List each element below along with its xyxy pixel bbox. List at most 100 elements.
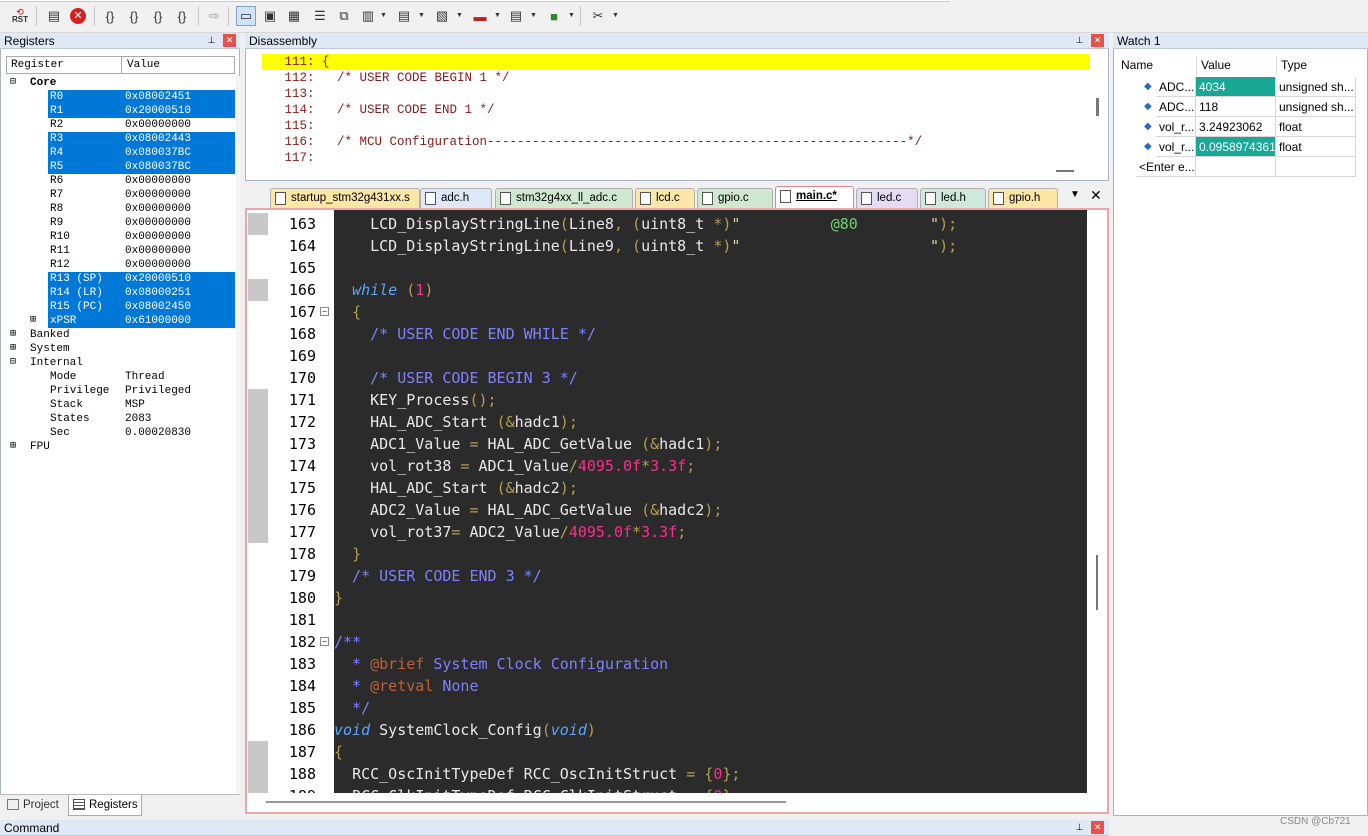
tab-list-icon[interactable]: ▼ [1070,189,1080,200]
group-internal[interactable]: Internal [30,356,83,370]
code-line[interactable]: 163 LCD_DisplayStringLine(Line8, (uint8_… [248,213,1087,235]
editor-hscroll[interactable] [248,793,1087,811]
register-row[interactable]: R2 0x00000000 [48,118,235,132]
register-row[interactable]: R8 0x00000000 [48,202,235,216]
code-line[interactable]: 171 KEY_Process(); [248,389,1087,411]
editor-tab[interactable]: lcd.c [635,188,695,208]
watch-value[interactable]: 3.24923062 [1196,117,1276,137]
symbols-window-icon[interactable]: ▦ [284,6,304,26]
watch-value[interactable]: 4034 [1196,77,1276,97]
watch-enter-expression[interactable]: <Enter e... [1118,157,1356,177]
code-line[interactable]: 179 /* USER CODE END 3 */ [248,565,1087,587]
call-stack-icon[interactable]: ⧉ [334,6,354,26]
code-line[interactable]: 164 LCD_DisplayStringLine(Line9, (uint8_… [248,235,1087,257]
code-line[interactable]: 186 void SystemClock_Config(void) [248,719,1087,741]
expand-xpsr-icon[interactable]: ⊞ [30,314,36,328]
code-line[interactable]: 170 /* USER CODE BEGIN 3 */ [248,367,1087,389]
register-row[interactable]: R14 (LR) 0x08000251 [48,286,235,300]
code-editor[interactable]: 163 LCD_DisplayStringLine(Line8, (uint8_… [248,210,1087,793]
tab-project[interactable]: Project [4,796,66,815]
code-line[interactable]: 176 ADC2_Value = HAL_ADC_GetValue (&hadc… [248,499,1087,521]
register-row[interactable]: R15 (PC) 0x08002450 [48,300,235,314]
register-row[interactable]: R10 0x00000000 [48,230,235,244]
expand-banked-icon[interactable]: ⊞ [10,328,16,342]
expand-internal-icon[interactable]: ⊟ [10,356,16,370]
registers-scrollbar[interactable] [236,76,240,796]
breakpoint-margin[interactable] [248,213,268,235]
breakpoint-margin[interactable] [248,785,268,793]
code-line[interactable]: 166 while (1) [248,279,1087,301]
internal-row[interactable]: Sec 0.00020830 [48,426,235,440]
breakpoint-margin[interactable] [248,389,268,411]
watch-row[interactable]: ◆ vol_r... 3.24923062 float [1118,117,1356,137]
register-row[interactable]: R11 0x00000000 [48,244,235,258]
pin-icon[interactable]: ⊥ [1073,34,1086,47]
editor-hscroll-thumb[interactable] [266,801,786,803]
analysis-window-icon[interactable]: ▬ [470,6,490,26]
code-line[interactable]: 187 { [248,741,1087,763]
fold-icon[interactable]: − [320,637,329,646]
register-row[interactable]: R7 0x00000000 [48,188,235,202]
code-line[interactable]: 172 HAL_ADC_Start (&hadc1); [248,411,1087,433]
group-fpu[interactable]: FPU [30,440,50,454]
register-row[interactable]: xPSR 0x61000000 [48,314,235,328]
fold-icon[interactable]: − [320,307,329,316]
editor-tab[interactable]: startup_stm32g431xx.s [270,188,420,208]
code-line[interactable]: 188 RCC_OscInitTypeDef RCC_OscInitStruct… [248,763,1087,785]
editor-tab[interactable]: gpio.h [988,188,1058,208]
tab-registers[interactable]: Registers [68,795,142,816]
breakpoint-margin[interactable] [248,279,268,301]
register-row[interactable]: R13 (SP) 0x20000510 [48,272,235,286]
editor-tab[interactable]: main.c* [775,186,854,208]
internal-row[interactable]: Stack MSP [48,398,235,412]
disassembly-scrollbar[interactable] [1096,98,1099,116]
register-row[interactable]: R6 0x00000000 [48,174,235,188]
code-line[interactable]: 182−/** [248,631,1087,653]
col-type[interactable]: Type [1276,56,1307,76]
editor-vscroll[interactable] [1087,210,1104,793]
trace-window-icon[interactable]: ▤ [506,6,526,26]
breakpoint-margin[interactable] [248,499,268,521]
code-line[interactable]: 167− { [248,301,1087,323]
code-line[interactable]: 180} [248,587,1087,609]
watch-value[interactable]: 118 [1196,97,1276,117]
col-name[interactable]: Name [1121,58,1153,72]
register-row[interactable]: R9 0x00000000 [48,216,235,230]
internal-row[interactable]: Privilege Privileged [48,384,235,398]
register-row[interactable]: R12 0x00000000 [48,258,235,272]
close-icon[interactable]: ✕ [1091,34,1104,47]
watch-row[interactable]: ◆ ADC... 118 unsigned sh... [1118,97,1356,117]
expand-fpu-icon[interactable]: ⊞ [10,440,16,454]
group-system[interactable]: System [30,342,70,356]
breakpoint-margin[interactable] [248,433,268,455]
editor-tab[interactable]: adc.h [420,188,492,208]
expand-core-icon[interactable]: ⊟ [10,76,20,90]
registers-window-icon[interactable]: ☰ [310,6,330,26]
breakpoint-margin[interactable] [248,411,268,433]
system-viewer-icon[interactable]: ■ [544,6,564,26]
code-line[interactable]: 169 [248,345,1087,367]
col-value[interactable]: Value [1196,56,1231,76]
breakpoint-margin[interactable] [248,521,268,543]
code-line[interactable]: 183 * @brief System Clock Configuration [248,653,1087,675]
memory-window-icon[interactable]: ▤ [394,6,414,26]
breakpoint-margin[interactable] [248,455,268,477]
code-line[interactable]: 173 ADC1_Value = HAL_ADC_GetValue (&hadc… [248,433,1087,455]
watch-window-icon[interactable]: ▥ [358,6,378,26]
code-line[interactable]: 185 */ [248,697,1087,719]
watch-row[interactable]: ◆ ADC... 4034 unsigned sh... [1118,77,1356,97]
group-banked[interactable]: Banked [30,328,70,342]
register-row[interactable]: R0 0x08002451 [48,90,235,104]
code-line[interactable]: 175 HAL_ADC_Start (&hadc2); [248,477,1087,499]
expand-system-icon[interactable]: ⊞ [10,342,16,356]
editor-tab[interactable]: led.h [920,188,986,208]
editor-vscroll-thumb[interactable] [1096,555,1098,610]
code-line[interactable]: 177 vol_rot37= ADC2_Value/4095.0f*3.3f; [248,521,1087,543]
editor-tab[interactable]: led.c [856,188,918,208]
register-row[interactable]: R3 0x08002443 [48,132,235,146]
code-line[interactable]: 189 RCC_ClkInitTypeDef RCC_ClkInitStruct… [248,785,1087,793]
editor-tab[interactable]: gpio.c [697,188,773,208]
register-row[interactable]: R1 0x20000510 [48,104,235,118]
internal-row[interactable]: States 2083 [48,412,235,426]
close-icon[interactable]: ✕ [1091,821,1104,834]
